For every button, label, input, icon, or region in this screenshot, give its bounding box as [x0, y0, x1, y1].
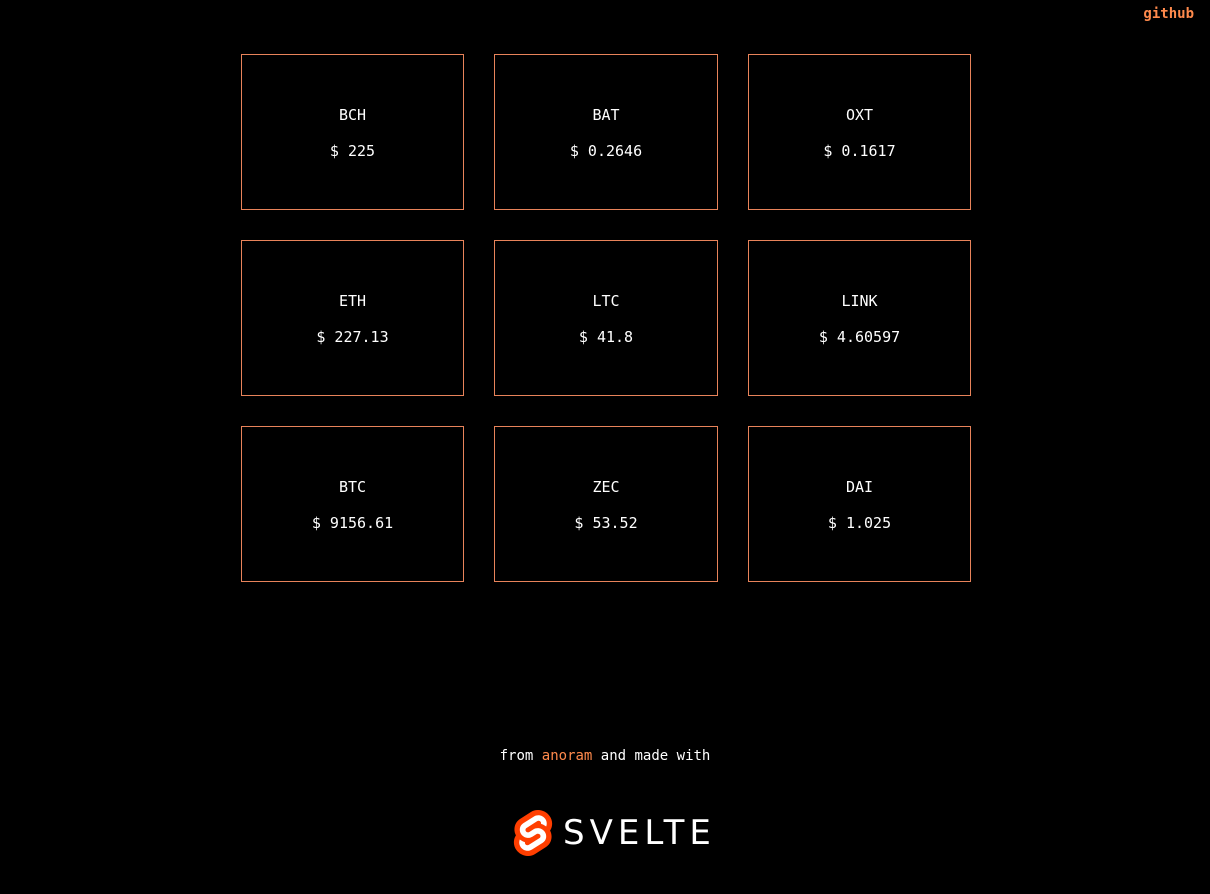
- coin-price: $ 4.60597: [818, 328, 901, 346]
- coin-symbol: OXT: [845, 106, 874, 124]
- coin-grid: BCH $ 225 BAT $ 0.2646 OXT $ 0.1617 ETH …: [241, 54, 971, 582]
- coin-price: $ 0.1617: [823, 142, 896, 160]
- coin-price: $ 0.2646: [569, 142, 643, 160]
- coin-card-bat[interactable]: BAT $ 0.2646: [494, 54, 718, 210]
- coin-symbol: LTC: [592, 292, 620, 310]
- coin-symbol: BTC: [338, 478, 367, 496]
- coin-card-dai[interactable]: DAI $ 1.025: [748, 426, 971, 582]
- coin-card-link[interactable]: LINK $ 4.60597: [748, 240, 971, 396]
- footer-prefix: from: [499, 748, 542, 764]
- coin-card-eth[interactable]: ETH $ 227.13: [241, 240, 464, 396]
- coin-card-oxt[interactable]: OXT $ 0.1617: [748, 54, 971, 210]
- github-link[interactable]: github: [1143, 6, 1194, 22]
- coin-symbol: DAI: [845, 478, 874, 496]
- svelte-logo-link[interactable]: SVELTE: [513, 810, 716, 856]
- svelte-wordmark: SVELTE: [563, 813, 716, 853]
- svelte-logo-icon: [513, 810, 553, 856]
- footer-credit: from anoram and made with: [0, 748, 1210, 764]
- coin-symbol: BCH: [338, 106, 367, 124]
- coin-price: $ 1.025: [827, 514, 892, 532]
- coin-price: $ 41.8: [578, 328, 634, 346]
- coin-card-zec[interactable]: ZEC $ 53.52: [494, 426, 718, 582]
- footer-suffix: and made with: [592, 748, 711, 764]
- coin-price: $ 53.52: [574, 514, 638, 532]
- coin-card-ltc[interactable]: LTC $ 41.8: [494, 240, 718, 396]
- coin-card-btc[interactable]: BTC $ 9156.61: [241, 426, 464, 582]
- page: github BCH $ 225 BAT $ 0.2646 OXT $ 0.16…: [0, 0, 1210, 894]
- coin-symbol: ZEC: [592, 478, 620, 496]
- author-link[interactable]: anoram: [542, 748, 593, 764]
- coin-symbol: BAT: [592, 106, 620, 124]
- coin-price: $ 227.13: [316, 328, 389, 346]
- coin-symbol: LINK: [841, 292, 878, 310]
- coin-price: $ 9156.61: [311, 514, 394, 532]
- coin-price: $ 225: [329, 142, 376, 160]
- coin-card-bch[interactable]: BCH $ 225: [241, 54, 464, 210]
- coin-symbol: ETH: [338, 292, 367, 310]
